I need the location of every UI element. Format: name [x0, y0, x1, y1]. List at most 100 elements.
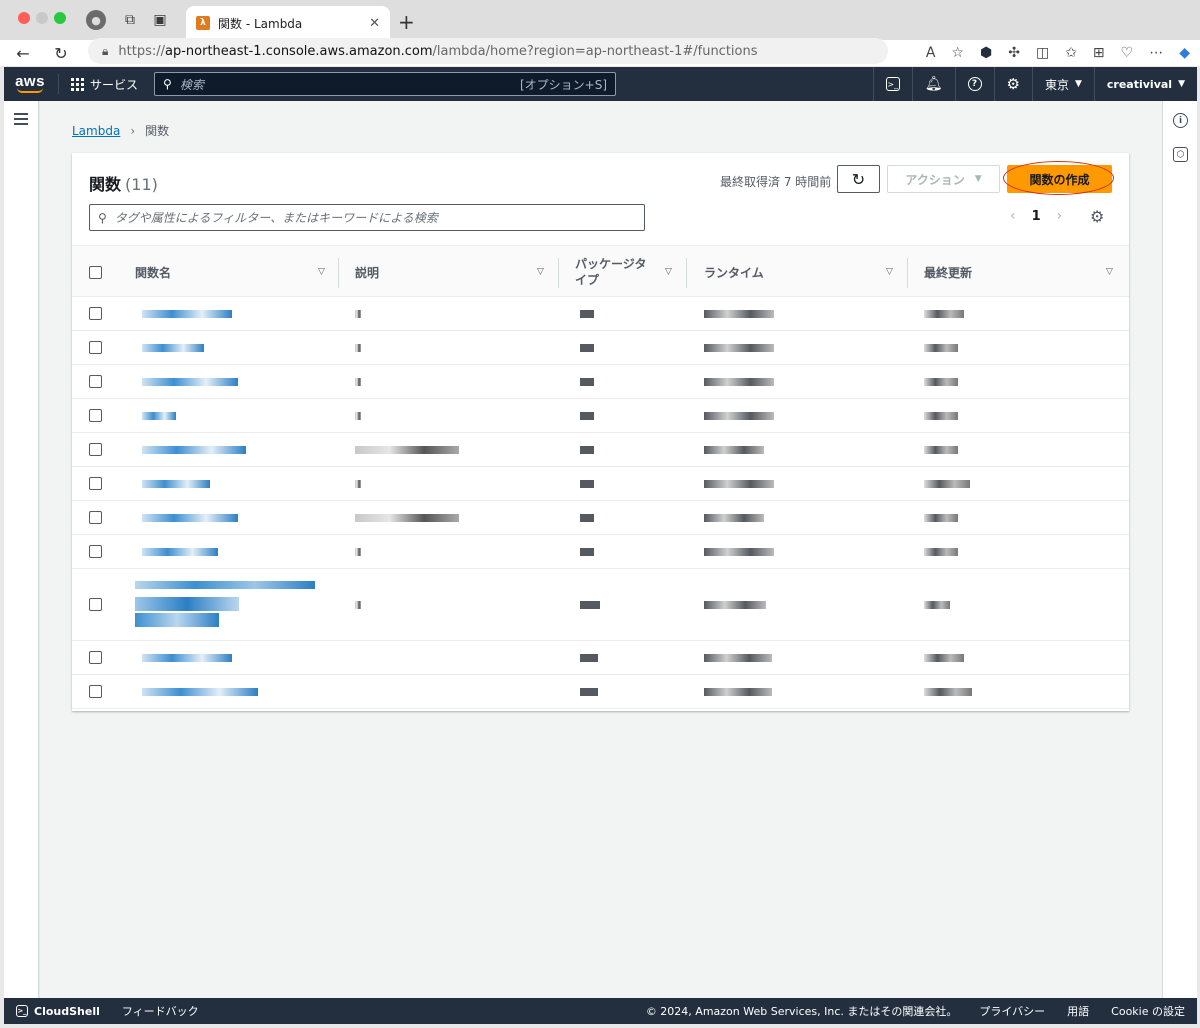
column-header-last-modified[interactable]: 最終更新 ▽ [924, 246, 1116, 298]
redacted-package-type [580, 548, 594, 556]
breadcrumb-lambda-link[interactable]: Lambda [72, 124, 120, 138]
redacted-function-name[interactable] [142, 514, 238, 522]
redacted-runtime [704, 548, 774, 556]
row-checkbox[interactable] [89, 375, 102, 388]
terms-link[interactable]: 用語 [1067, 1003, 1089, 1019]
table-row[interactable] [72, 501, 1129, 535]
info-icon[interactable]: i [1173, 113, 1188, 128]
redacted-function-name[interactable] [135, 597, 239, 611]
hamburger-menu-icon[interactable] [14, 113, 28, 128]
row-checkbox[interactable] [89, 651, 102, 664]
reload-icon[interactable]: ↻ [50, 40, 72, 66]
redacted-function-name[interactable] [135, 581, 315, 589]
actions-label: アクション [905, 172, 965, 187]
current-page-number[interactable]: 1 [1032, 209, 1041, 224]
filter-search-input[interactable]: ⚲ タグや属性によるフィルター、またはキーワードによる検索 [89, 204, 645, 231]
redacted-function-name[interactable] [142, 480, 210, 488]
row-checkbox[interactable] [89, 409, 102, 422]
redacted-function-name[interactable] [142, 378, 238, 386]
maximize-window-button[interactable] [54, 12, 66, 24]
cookie-settings-link[interactable]: Cookie の設定 [1111, 1003, 1185, 1019]
table-row[interactable] [72, 433, 1129, 467]
account-menu[interactable]: creativival ▼ [1093, 67, 1197, 101]
back-icon[interactable]: ← [12, 40, 34, 66]
split-screen-icon[interactable]: ◫ [1036, 45, 1049, 61]
collections-add-icon[interactable]: ⊞ [1093, 45, 1105, 61]
row-checkbox[interactable] [89, 443, 102, 456]
redacted-function-name[interactable] [142, 310, 232, 318]
copilot-icon[interactable]: ◆ [1179, 45, 1190, 61]
select-all-checkbox[interactable] [89, 265, 102, 279]
aws-logo[interactable]: aws [4, 74, 50, 93]
feedback-link[interactable]: フィードバック [122, 1003, 199, 1019]
url-host: ap-northeast-1.console.aws.amazon.com [165, 43, 433, 59]
browser-essentials-icon[interactable]: ♡ [1121, 45, 1134, 61]
help-button[interactable]: ? [954, 67, 994, 101]
extension-hex-icon[interactable]: ⬢ [980, 45, 992, 61]
column-divider [558, 258, 559, 288]
table-row[interactable] [72, 467, 1129, 501]
redacted-function-name[interactable] [142, 446, 246, 454]
url-field[interactable]: 🔒︎ https://ap-northeast-1.console.aws.am… [88, 38, 888, 64]
collections-icon[interactable]: ⧉ [120, 10, 140, 30]
row-checkbox[interactable] [89, 598, 102, 611]
column-header-package-type[interactable]: パッケージタイプ ▽ [575, 246, 673, 298]
table-row[interactable] [72, 399, 1129, 433]
redacted-last-modified [924, 446, 958, 454]
row-checkbox[interactable] [89, 545, 102, 558]
actions-dropdown-button[interactable]: アクション ▼ [887, 165, 1000, 193]
settings-button[interactable]: ⚙ [993, 67, 1032, 101]
column-header-runtime[interactable]: ランタイム ▽ [704, 246, 894, 298]
privacy-link[interactable]: プライバシー [979, 1003, 1045, 1019]
read-aloud-icon[interactable]: A [926, 45, 936, 61]
favorite-star-icon[interactable]: ☆ [951, 45, 964, 61]
cloudshell-footer-button[interactable]: >_ CloudShell [16, 1005, 100, 1018]
table-row[interactable] [72, 641, 1129, 675]
tab-close-icon[interactable]: ✕ [369, 16, 380, 31]
favorites-icon[interactable]: ✩ [1065, 45, 1077, 61]
column-header-name[interactable]: 関数名 ▽ [135, 246, 325, 298]
table-preferences-gear-icon[interactable]: ⚙ [1090, 207, 1104, 226]
notifications-button[interactable]: 🔔︎ [911, 67, 955, 101]
redacted-function-name[interactable] [142, 412, 176, 420]
table-row[interactable] [72, 331, 1129, 365]
redacted-function-name[interactable] [142, 688, 258, 696]
redacted-description [355, 446, 459, 454]
new-tab-icon[interactable]: + [398, 10, 415, 34]
row-checkbox[interactable] [89, 511, 102, 524]
profile-icon[interactable]: ● [86, 10, 106, 30]
row-checkbox[interactable] [89, 341, 102, 354]
redacted-runtime [704, 378, 774, 386]
row-checkbox[interactable] [89, 685, 102, 698]
minimize-window-button[interactable] [36, 12, 48, 24]
more-menu-icon[interactable]: ⋯ [1149, 45, 1163, 61]
refresh-button[interactable]: ↻ [837, 165, 880, 193]
tab-actions-icon[interactable]: ▣ [150, 10, 170, 30]
redacted-function-name[interactable] [142, 654, 232, 662]
extensions-puzzle-icon[interactable]: ✣ [1008, 45, 1020, 61]
row-checkbox[interactable] [89, 477, 102, 490]
redacted-function-name[interactable] [142, 344, 204, 352]
redacted-function-name[interactable] [135, 613, 219, 627]
next-page-icon[interactable]: › [1057, 208, 1063, 224]
url-scheme: https:// [118, 43, 165, 59]
table-row[interactable] [72, 535, 1129, 569]
row-checkbox[interactable] [89, 307, 102, 320]
cloudshell-button[interactable]: >_ [872, 67, 912, 101]
redacted-function-name[interactable] [142, 548, 218, 556]
functions-title-text: 関数 [89, 175, 122, 194]
table-row[interactable] [72, 365, 1129, 399]
region-selector[interactable]: 東京 ▼ [1031, 67, 1094, 101]
table-row[interactable] [72, 675, 1129, 709]
table-row[interactable] [72, 297, 1129, 331]
refresh-icon: ↻ [851, 169, 866, 189]
services-menu-button[interactable]: サービス [59, 76, 150, 93]
prev-page-icon[interactable]: ‹ [1010, 208, 1016, 224]
footer-links: © 2024, Amazon Web Services, Inc. またはその関… [646, 1003, 1185, 1019]
feedback-hex-icon[interactable]: ⬡ [1173, 147, 1188, 162]
close-window-button[interactable] [18, 12, 30, 24]
table-row[interactable] [72, 569, 1129, 641]
aws-search-input[interactable]: ⚲ 検索 [オプション+S] [154, 72, 617, 96]
active-tab[interactable]: λ 関数 - Lambda ✕ [186, 6, 390, 40]
column-header-description[interactable]: 説明 ▽ [355, 246, 545, 298]
